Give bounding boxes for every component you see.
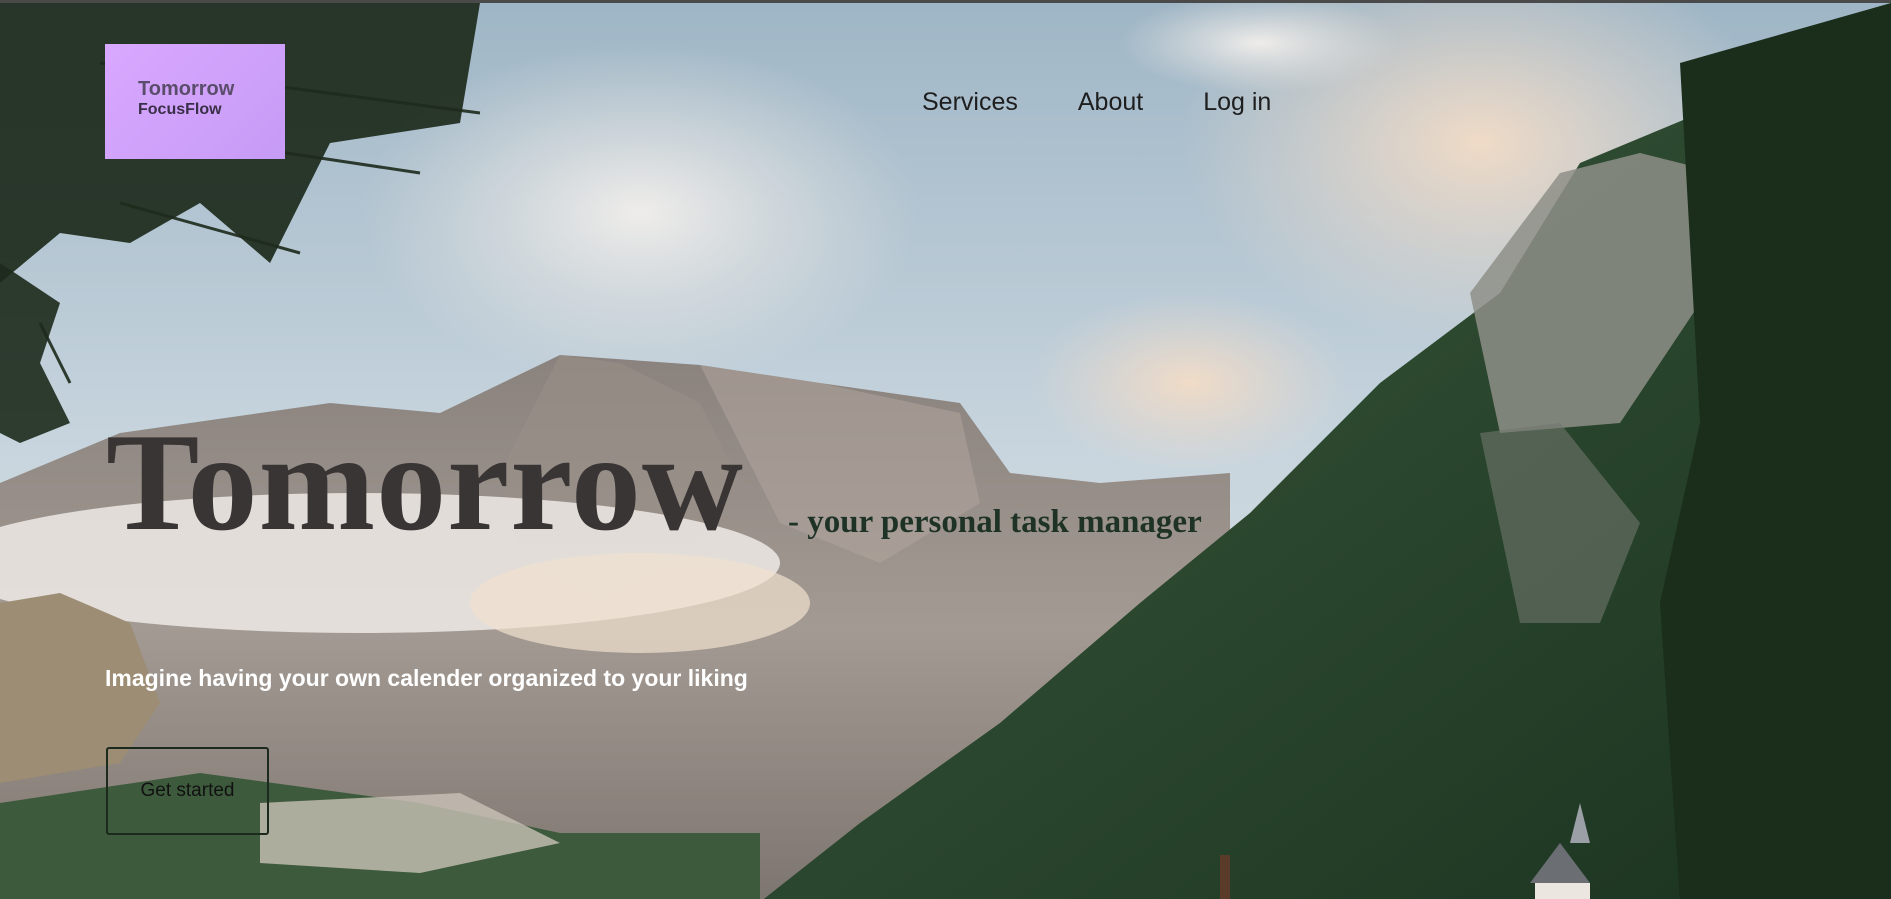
nav-link-login[interactable]: Log in (1203, 87, 1271, 117)
logo-subtitle: FocusFlow (138, 101, 222, 118)
hero-headline: Tomorrow (106, 405, 744, 560)
nav-link-services[interactable]: Services (922, 87, 1018, 117)
hero-subtext: Imagine having your own calender organiz… (105, 665, 748, 691)
nav-link-about[interactable]: About (1078, 87, 1143, 117)
get-started-button[interactable]: Get started (106, 747, 269, 835)
top-navigation: Services About Log in (922, 87, 1331, 117)
logo-title: Tomorrow (138, 78, 235, 100)
brand-logo[interactable]: Tomorrow FocusFlow (105, 44, 285, 159)
hero-section: Tomorrow FocusFlow Services About Log in… (0, 0, 1891, 899)
hero-tagline: - your personal task manager (788, 504, 1202, 540)
